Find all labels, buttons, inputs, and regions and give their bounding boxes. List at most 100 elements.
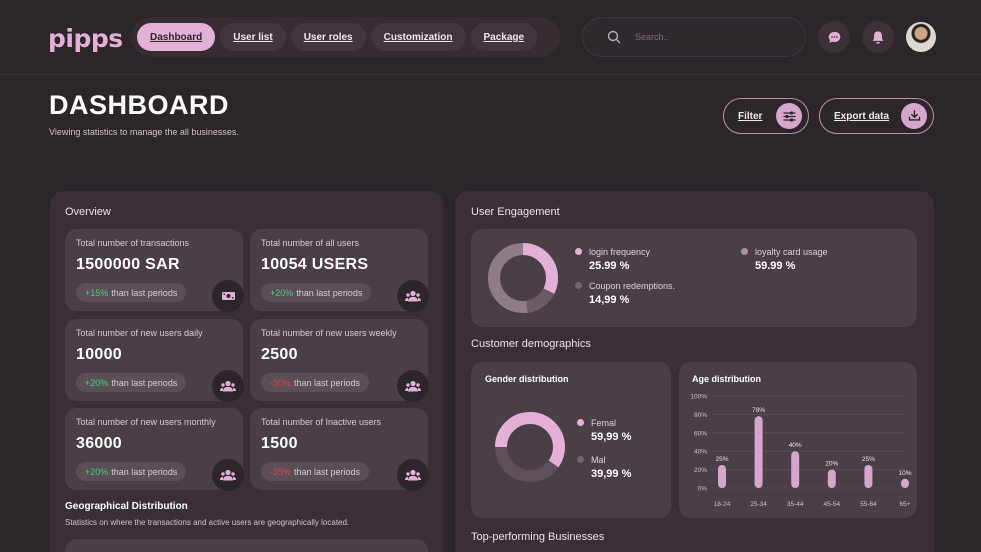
download-icon	[901, 103, 927, 129]
logo[interactable]: pipps	[48, 24, 123, 53]
change-suffix: than last periods	[296, 287, 363, 298]
stat-value: 1500	[261, 435, 298, 452]
filter-button[interactable]: Filter	[723, 98, 809, 134]
change-percent: -30%	[270, 377, 292, 388]
legend-dot	[577, 419, 584, 426]
stat-label: Total number of transactions	[76, 238, 190, 248]
x-tick-label: 25-34	[750, 501, 767, 508]
engagement-card: login frequency 25.99 % Coupon redemptio…	[471, 229, 917, 327]
geo-subtitle: Statistics on where the transactions and…	[65, 518, 350, 527]
messages-button[interactable]	[818, 21, 850, 53]
tab-customization[interactable]: Customization	[370, 23, 466, 51]
users-icon	[212, 370, 244, 402]
change-percent: +20%	[85, 466, 109, 477]
page-title: DASHBOARD	[49, 90, 229, 120]
stat-value: 1500000 SAR	[76, 256, 180, 273]
change-suffix: than last periods	[111, 377, 178, 388]
tab-dashboard[interactable]: Dashboard	[137, 23, 216, 51]
legend-female: Femal 59,99 %	[577, 418, 631, 443]
stat-card-all-users[interactable]: Total number of all users 10054 USERS +2…	[250, 229, 429, 312]
x-tick-label: 55-64	[860, 501, 877, 508]
legend-dot	[575, 282, 582, 289]
stat-label: Total number of Inactive users	[261, 417, 382, 427]
x-tick-label: 45-54	[823, 501, 840, 508]
legend-value: 59,99 %	[591, 431, 632, 443]
tab-user-roles[interactable]: User roles	[290, 23, 366, 51]
bar-data-label: 40%	[789, 442, 802, 449]
tab-package[interactable]: Package	[470, 23, 538, 51]
stat-change: +15% than last periods	[76, 283, 187, 302]
sliders-icon	[776, 103, 802, 129]
bar	[754, 416, 763, 488]
gender-title: Gender distribution	[485, 374, 569, 384]
stat-card-inactive-users[interactable]: Total number of Inactive users 1500 -35%…	[250, 408, 429, 491]
users-icon	[397, 280, 429, 312]
age-distribution-card: Age distribution 0% 20% 40% 60% 80% 100% 25% 18…	[679, 362, 917, 518]
page-subtitle: Viewing statistics to manage the all bus…	[49, 127, 239, 137]
legend-label: Mal	[591, 455, 606, 465]
geo-title: Geographical Distribution	[65, 501, 188, 512]
bar	[791, 451, 800, 488]
tab-user-list[interactable]: User list	[220, 23, 286, 51]
change-percent: -35%	[270, 466, 292, 477]
legend-label: Coupon redemptions.	[589, 281, 676, 291]
gender-distribution-card: Gender distribution Femal 59,99 % Mal 39…	[471, 362, 671, 518]
x-tick-label: 18-24	[714, 501, 731, 508]
export-data-button[interactable]: Export data	[819, 98, 934, 134]
stat-value: 10054 USERS	[261, 256, 369, 273]
change-suffix: than last periods	[111, 287, 178, 298]
bar-data-label: 10%	[898, 470, 911, 477]
bar	[901, 478, 909, 488]
change-suffix: than last periods	[111, 466, 178, 477]
age-bar-chart: 0% 20% 40% 60% 80% 100% 25% 18-24 78% 25-34 40% 35-…	[690, 394, 911, 509]
change-percent: +20%	[270, 287, 294, 298]
bar-data-label: 25%	[862, 456, 875, 463]
search-input[interactable]: Search..	[582, 17, 806, 57]
y-tick-label: 40%	[694, 449, 707, 456]
stat-value: 36000	[76, 435, 122, 452]
stat-card-new-users-monthly[interactable]: Total number of new users monthly 36000 …	[65, 408, 244, 491]
stat-card-transactions[interactable]: Total number of transactions 1500000 SAR…	[65, 229, 244, 312]
notifications-button[interactable]	[862, 21, 894, 53]
geo-map-card	[65, 539, 428, 552]
change-suffix: than last periods	[294, 377, 361, 388]
demographics-title: Customer demographics	[471, 338, 591, 350]
stat-change: -35% than last periods	[261, 462, 370, 481]
stat-label: Total number of new users monthly	[76, 417, 216, 427]
top-navigation: Dashboard User list User roles Customiza…	[131, 17, 560, 57]
stat-change: -30% than last periods	[261, 373, 370, 392]
bell-icon	[872, 30, 884, 44]
users-icon	[212, 459, 244, 491]
overview-title: Overview	[65, 206, 111, 218]
stat-card-new-users-weekly[interactable]: Total number of new users weekly 2500 -3…	[250, 319, 429, 402]
bar-data-label: 20%	[825, 461, 838, 468]
stat-value: 10000	[76, 346, 122, 363]
legend-value: 14,99 %	[589, 294, 630, 306]
x-tick-label: 65+	[899, 501, 910, 508]
change-percent: +15%	[85, 287, 109, 298]
y-tick-label: 80%	[694, 412, 707, 419]
bar	[827, 469, 836, 488]
analytics-panel: User Engagement login frequency 25.99 % …	[455, 191, 934, 552]
users-icon	[397, 459, 429, 491]
stat-card-new-users-daily[interactable]: Total number of new users daily 10000 +2…	[65, 319, 244, 402]
legend-label: loyalty card usage	[755, 247, 828, 257]
legend-dot	[741, 248, 748, 255]
y-tick-label: 20%	[694, 467, 707, 474]
stat-label: Total number of new users daily	[76, 328, 203, 338]
search-icon	[607, 30, 621, 44]
change-suffix: than last periods	[294, 466, 361, 477]
stat-value: 2500	[261, 346, 298, 363]
chat-icon	[828, 31, 840, 43]
money-icon	[212, 280, 244, 312]
legend-coupon-redemptions: Coupon redemptions. 14,99 %	[575, 281, 675, 306]
stat-change: +20% than last periods	[261, 283, 372, 302]
stat-label: Total number of new users weekly	[261, 328, 397, 338]
legend-dot	[577, 456, 584, 463]
bar	[864, 465, 873, 488]
change-percent: +20%	[85, 377, 109, 388]
avatar[interactable]	[906, 22, 936, 52]
top-businesses-title: Top-performing Businesses	[471, 531, 605, 543]
stat-label: Total number of all users	[261, 238, 360, 248]
search-placeholder: Search..	[635, 32, 669, 42]
